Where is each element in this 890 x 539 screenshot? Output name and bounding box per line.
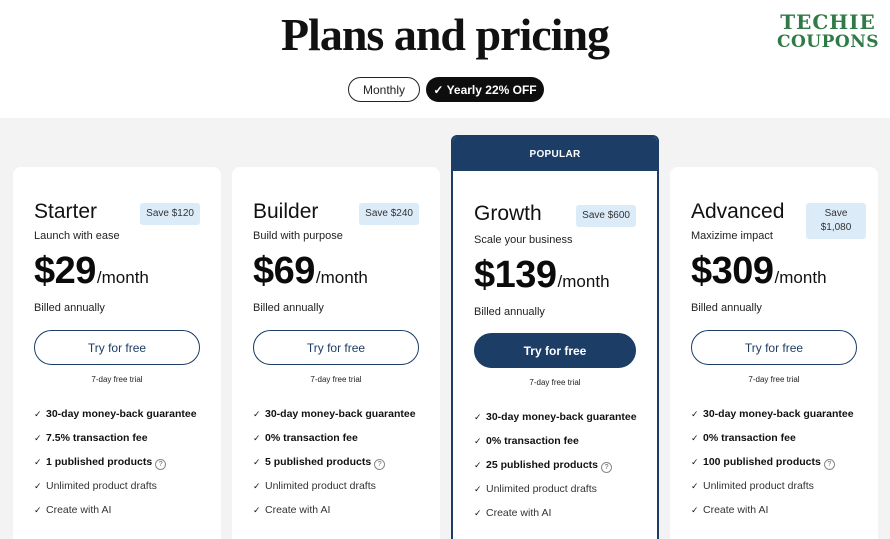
plan-card-advanced: Advanced Save $1,080 Maxizime impact $30… bbox=[670, 167, 878, 539]
try-for-free-button[interactable]: Try for free bbox=[691, 330, 857, 365]
feature-item: ✓ 0% transaction fee bbox=[474, 435, 579, 447]
check-icon: ✓ bbox=[474, 484, 482, 494]
check-icon: ✓ bbox=[691, 505, 699, 515]
save-badge: Save $1,080 bbox=[806, 203, 866, 239]
plan-card-builder: Builder Save $240 Build with purpose $69… bbox=[232, 167, 440, 539]
feature-item: ✓ 30-day money-back guarantee bbox=[474, 411, 637, 423]
feature-item: ✓ 100 published products? bbox=[691, 455, 861, 470]
feature-item: ✓ 25 published products? bbox=[474, 458, 644, 473]
save-badge: Save $600 bbox=[576, 205, 636, 227]
check-icon: ✓ bbox=[691, 409, 699, 419]
feature-item: ✓ Unlimited product drafts bbox=[474, 483, 597, 495]
trial-note: 7-day free trial bbox=[310, 375, 362, 384]
check-icon: ✓ bbox=[34, 457, 42, 467]
check-icon: ✓ bbox=[253, 505, 261, 515]
check-icon: ✓ bbox=[691, 481, 699, 491]
check-icon: ✓ bbox=[474, 436, 482, 446]
feature-item: ✓ Create with AI bbox=[34, 504, 112, 516]
check-icon: ✓ bbox=[34, 409, 42, 419]
feature-item: ✓ 0% transaction fee bbox=[691, 432, 796, 444]
plan-name: Advanced bbox=[691, 200, 785, 223]
billing-note: Billed annually bbox=[474, 306, 545, 318]
billing-note: Billed annually bbox=[34, 302, 105, 314]
trial-note: 7-day free trial bbox=[91, 375, 143, 384]
price-amount: $309 bbox=[691, 250, 774, 292]
info-icon[interactable]: ? bbox=[823, 459, 835, 470]
feature-item: ✓ 30-day money-back guarantee bbox=[34, 408, 197, 420]
trial-note: 7-day free trial bbox=[529, 378, 581, 387]
check-icon: ✓ bbox=[34, 433, 42, 443]
feature-item: ✓ 30-day money-back guarantee bbox=[253, 408, 416, 420]
billing-toggle: Monthly ✓ Yearly 22% OFF bbox=[348, 77, 544, 102]
check-icon: ✓ bbox=[474, 508, 482, 518]
info-icon[interactable]: ? bbox=[155, 459, 167, 470]
check-icon: ✓ bbox=[253, 409, 261, 419]
check-icon: ✓ bbox=[253, 481, 261, 491]
plan-price: $139 /month bbox=[474, 254, 610, 297]
save-badge-line-1: Save bbox=[824, 208, 848, 219]
plan-price: $69 /month bbox=[253, 250, 368, 293]
billing-note: Billed annually bbox=[253, 302, 324, 314]
try-for-free-button[interactable]: Try for free bbox=[253, 330, 419, 365]
price-amount: $139 bbox=[474, 254, 557, 296]
feature-item: ✓ Create with AI bbox=[253, 504, 331, 516]
plan-tagline: Maxizime impact bbox=[691, 230, 773, 242]
save-badge: Save $240 bbox=[359, 203, 419, 225]
plan-tagline: Scale your business bbox=[474, 234, 573, 246]
check-icon: ✓ bbox=[34, 505, 42, 515]
price-period: /month bbox=[774, 268, 827, 287]
check-icon: ✓ bbox=[253, 457, 261, 467]
feature-item: ✓ Create with AI bbox=[474, 507, 552, 519]
yearly-toggle-button[interactable]: ✓ Yearly 22% OFF bbox=[426, 77, 544, 102]
plan-name: Starter bbox=[34, 200, 98, 223]
billing-note: Billed annually bbox=[691, 302, 762, 314]
check-icon: ✓ bbox=[691, 457, 699, 467]
feature-item: ✓ Unlimited product drafts bbox=[253, 480, 376, 492]
price-amount: $29 bbox=[34, 250, 96, 292]
feature-list: ✓ 30-day money-back guarantee ✓ 0% transac… bbox=[474, 410, 644, 530]
feature-list: ✓ 30-day money-back guarantee ✓ 0% transac… bbox=[691, 407, 861, 527]
feature-item: ✓ Create with AI bbox=[691, 504, 769, 516]
watermark-line-1: TECHIE bbox=[780, 10, 876, 34]
info-icon[interactable]: ? bbox=[374, 459, 386, 470]
save-badge-line-2: $1,080 bbox=[820, 222, 852, 233]
save-badge: Save $120 bbox=[140, 203, 200, 225]
check-icon: ✓ bbox=[474, 412, 482, 422]
feature-item: ✓ 1 published products? bbox=[34, 455, 204, 470]
watermark-logo: TECHIE COUPONS bbox=[776, 12, 880, 51]
try-for-free-button[interactable]: Try for free bbox=[34, 330, 200, 365]
plan-name: Builder bbox=[253, 200, 319, 223]
check-icon: ✓ bbox=[34, 481, 42, 491]
check-icon: ✓ bbox=[691, 433, 699, 443]
feature-item: ✓ 0% transaction fee bbox=[253, 432, 358, 444]
plan-price: $29 /month bbox=[34, 250, 149, 293]
plan-card-growth: POPULAR Growth Save $600 Scale your busi… bbox=[451, 135, 659, 539]
feature-list: ✓ 30-day money-back guarantee ✓ 0% transac… bbox=[253, 407, 423, 527]
watermark-line-2: COUPONS bbox=[776, 32, 880, 52]
header-area: Plans and pricing TECHIE COUPONS Monthly… bbox=[0, 0, 890, 118]
plan-name: Growth bbox=[474, 202, 542, 225]
feature-item: ✓ Unlimited product drafts bbox=[34, 480, 157, 492]
feature-item: ✓ 5 published products? bbox=[253, 455, 423, 470]
popular-banner: POPULAR bbox=[453, 137, 657, 171]
trial-note: 7-day free trial bbox=[748, 375, 800, 384]
monthly-toggle-button[interactable]: Monthly bbox=[348, 77, 420, 102]
info-icon[interactable]: ? bbox=[601, 462, 613, 473]
feature-item: ✓ Unlimited product drafts bbox=[691, 480, 814, 492]
plan-price: $309 /month bbox=[691, 250, 827, 293]
price-amount: $69 bbox=[253, 250, 315, 292]
page-title: Plans and pricing bbox=[280, 9, 610, 60]
price-period: /month bbox=[557, 272, 610, 291]
feature-list: ✓ 30-day money-back guarantee ✓ 7.5% trans… bbox=[34, 407, 204, 527]
feature-item: ✓ 7.5% transaction fee bbox=[34, 432, 148, 444]
plan-card-starter: Starter Save $120 Launch with ease $29 /… bbox=[13, 167, 221, 539]
price-period: /month bbox=[96, 268, 149, 287]
try-for-free-button[interactable]: Try for free bbox=[474, 333, 636, 368]
feature-item: ✓ 30-day money-back guarantee bbox=[691, 408, 854, 420]
check-icon: ✓ bbox=[474, 460, 482, 470]
plan-tagline: Launch with ease bbox=[34, 230, 120, 242]
check-icon: ✓ bbox=[253, 433, 261, 443]
plan-tagline: Build with purpose bbox=[253, 230, 343, 242]
price-period: /month bbox=[315, 268, 368, 287]
